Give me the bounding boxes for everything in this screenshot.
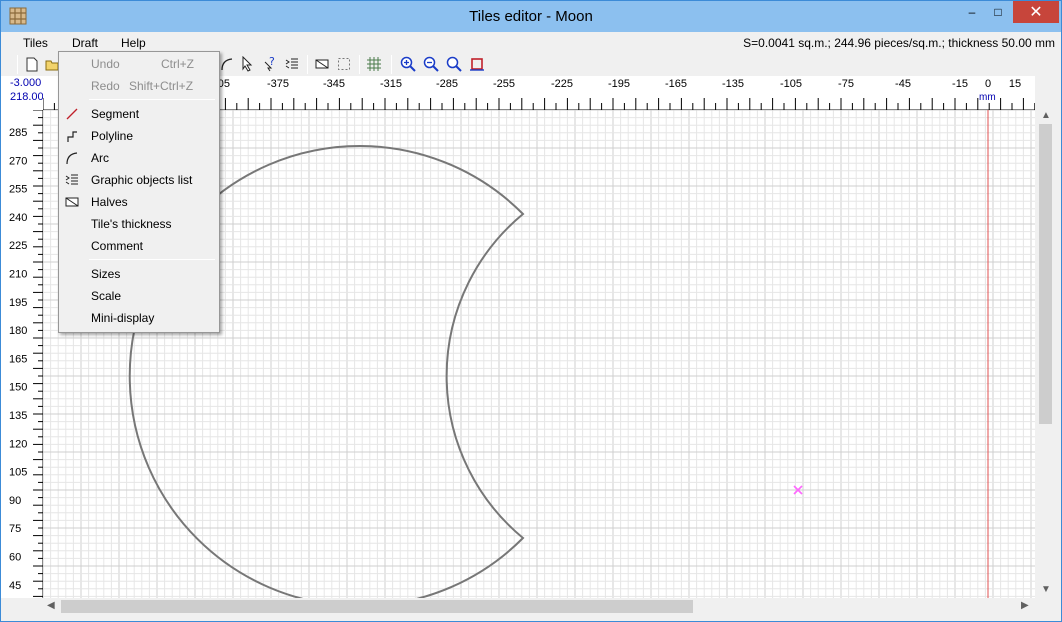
left-ruler-label: 240: [9, 212, 27, 224]
menu-segment[interactable]: Segment: [59, 103, 219, 125]
menu-help[interactable]: Help: [121, 36, 146, 50]
segment-icon: [66, 108, 78, 120]
menu-mini-display[interactable]: Mini-display: [59, 307, 219, 329]
menu-draft[interactable]: Draft: [72, 36, 98, 50]
left-ruler-label: 60: [9, 552, 21, 564]
svg-text:?: ?: [269, 56, 275, 68]
cursor-coordinates: -3.000 218.000: [1, 76, 50, 110]
new-file-icon[interactable]: [23, 55, 41, 73]
top-ruler-label: 0: [985, 78, 991, 90]
scroll-up-arrow[interactable]: ▲: [1041, 110, 1051, 121]
maximize-button[interactable]: □: [985, 1, 1011, 23]
scroll-down-arrow[interactable]: ▼: [1041, 584, 1051, 595]
draft-menu-dropdown: Undo Ctrl+Z Redo Shift+Ctrl+Z Segment Po…: [58, 51, 220, 333]
left-ruler-label: 225: [9, 240, 27, 252]
vertical-ruler-ticks: 285 270 255 240 225 210 195 180 165 150 135 120 105 9…: [9, 110, 43, 597]
top-ruler-label: -285: [436, 78, 458, 90]
vertical-scroll-thumb[interactable]: [1039, 124, 1052, 424]
halves-icon: [65, 197, 79, 207]
menu-scale[interactable]: Scale: [59, 285, 219, 307]
top-ruler-label: -225: [551, 78, 573, 90]
top-ruler-label: -165: [665, 78, 687, 90]
close-button[interactable]: ✕: [1013, 1, 1059, 23]
left-ruler-label: 285: [9, 127, 27, 139]
tile-frame-icon[interactable]: [468, 55, 486, 73]
top-ruler-label: -345: [323, 78, 345, 90]
polyline-icon: [67, 131, 77, 142]
left-ruler-label: 195: [9, 297, 27, 309]
selection-icon[interactable]: [335, 55, 353, 73]
menu-graphic-objects-list[interactable]: Graphic objects list: [59, 169, 219, 191]
maximize-icon: □: [994, 5, 1002, 19]
area-status-text: S=0.0041 sq.m.; 244.96 pieces/sq.m.; thi…: [743, 36, 1055, 50]
menu-bar: Tiles Draft Help S=0.0041 sq.m.; 244.96 …: [1, 32, 1061, 52]
title-bar[interactable]: Tiles editor - Moon – □ ✕: [1, 1, 1061, 32]
left-ruler-label: 180: [9, 325, 27, 337]
list-icon[interactable]: [283, 55, 301, 73]
left-ruler-label: 210: [9, 269, 27, 281]
app-window: Tiles editor - Moon – □ ✕ Tiles Draft He…: [0, 0, 1062, 622]
horizontal-scrollbar[interactable]: ◀ ▶: [43, 598, 1035, 615]
top-ruler-label: -255: [493, 78, 515, 90]
close-icon: ✕: [1029, 4, 1043, 21]
grid-icon[interactable]: [365, 55, 383, 73]
menu-polyline[interactable]: Polyline: [59, 125, 219, 147]
left-ruler-label: 150: [9, 382, 27, 394]
top-ruler-label: -105: [780, 78, 802, 90]
ruler-unit-label: mm: [979, 92, 996, 103]
menu-comment[interactable]: Comment: [59, 235, 219, 257]
menu-arc[interactable]: Arc: [59, 147, 219, 169]
menu-tiles-thickness[interactable]: Tile's thickness: [59, 213, 219, 235]
objects-list-icon: [65, 174, 78, 185]
cursor-marker-icon: [793, 485, 803, 495]
halves-icon[interactable]: [313, 55, 331, 73]
select-cursor-icon[interactable]: [239, 55, 257, 73]
help-cursor-icon[interactable]: ?: [261, 55, 279, 73]
menu-tiles[interactable]: Tiles: [23, 36, 48, 50]
left-ruler-label: 75: [9, 523, 21, 535]
menu-redo[interactable]: Redo Shift+Ctrl+Z: [59, 75, 219, 97]
top-ruler-label: -75: [838, 78, 854, 90]
top-ruler-label: -315: [380, 78, 402, 90]
zoom-out-icon[interactable]: [422, 55, 440, 73]
scroll-left-arrow[interactable]: ◀: [47, 600, 55, 611]
top-ruler-label: -195: [608, 78, 630, 90]
vertical-scrollbar[interactable]: ▲ ▼: [1037, 110, 1054, 598]
left-ruler-label: 120: [9, 438, 27, 450]
left-ruler-label: 270: [9, 155, 27, 167]
menu-sizes[interactable]: Sizes: [59, 263, 219, 285]
top-ruler-label: -15: [952, 78, 968, 90]
left-ruler-label: 165: [9, 353, 27, 365]
left-ruler-label: 135: [9, 410, 27, 422]
coord-y: 218.000: [10, 91, 50, 103]
left-ruler-label: 45: [9, 580, 21, 592]
menu-halves[interactable]: Halves: [59, 191, 219, 213]
vertical-ruler: 285 270 255 240 225 210 195 180 165 150 135 120 105 9…: [1, 110, 43, 598]
left-ruler-label: 90: [9, 495, 21, 507]
left-ruler-label: 105: [9, 467, 27, 479]
top-ruler-label: -375: [267, 78, 289, 90]
arc-icon: [66, 152, 78, 165]
scroll-right-arrow[interactable]: ▶: [1021, 600, 1029, 611]
top-ruler-label: -135: [722, 78, 744, 90]
left-ruler-label: 255: [9, 184, 27, 196]
coord-x: -3.000: [10, 77, 42, 89]
top-ruler-label: -45: [895, 78, 911, 90]
minimize-button[interactable]: –: [959, 1, 985, 23]
window-title: Tiles editor - Moon: [469, 8, 593, 25]
menu-undo[interactable]: Undo Ctrl+Z: [59, 53, 219, 75]
zoom-in-icon[interactable]: [399, 55, 417, 73]
horizontal-scroll-thumb[interactable]: [61, 600, 693, 613]
zoom-fit-icon[interactable]: [445, 55, 463, 73]
minimize-icon: –: [968, 5, 976, 19]
top-ruler-label: 15: [1009, 78, 1021, 90]
